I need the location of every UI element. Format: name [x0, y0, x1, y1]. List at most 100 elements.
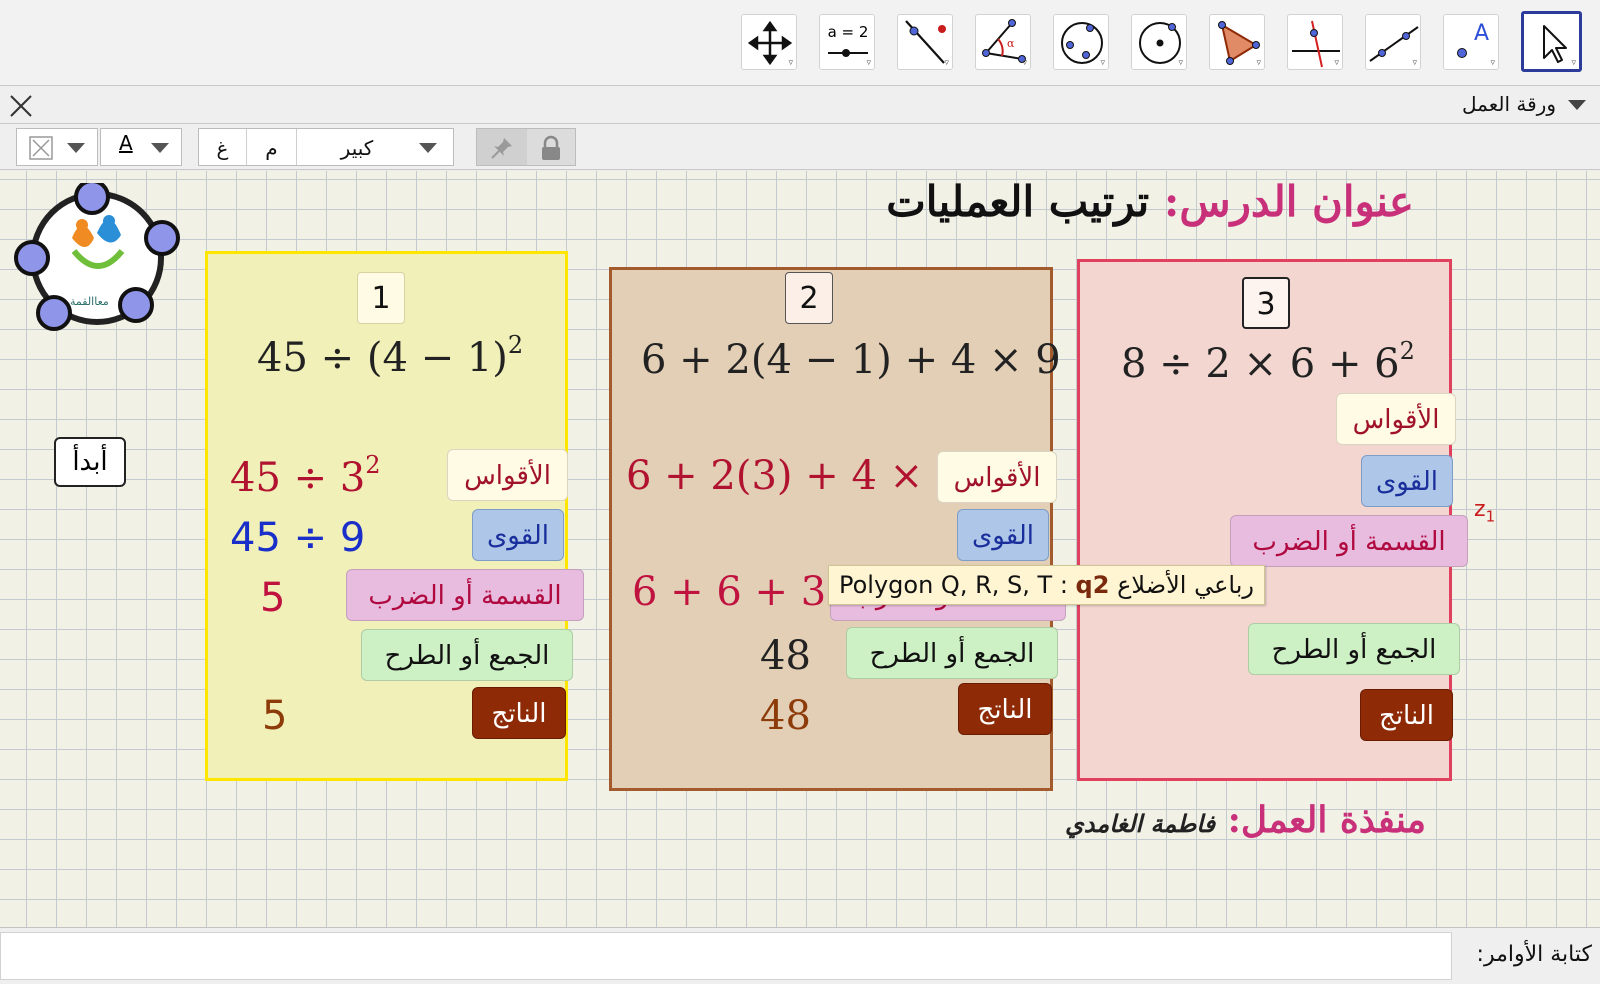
point-tool-label: A — [1474, 21, 1490, 46]
step-base: 45 ÷ 3 — [230, 455, 366, 501]
text-size-value: كبير — [340, 136, 374, 160]
label-result-3[interactable]: الناتج — [1360, 689, 1453, 741]
result-1: 5 — [262, 693, 288, 739]
tool-menu-arrow-icon: ▿ — [944, 58, 949, 68]
tool-menu-arrow-icon: ▿ — [1100, 58, 1105, 68]
tooltip-value: Polygon Q, R, S, T — [839, 571, 1053, 599]
problem-expression-3: 8 ÷ 2 × 6 + 62 — [1121, 339, 1415, 387]
input-bar-label: كتابة الأوامر: — [1476, 942, 1592, 967]
result-2: 48 — [760, 693, 811, 739]
z1-letter: z — [1474, 497, 1486, 522]
command-input[interactable] — [0, 932, 1452, 980]
lesson-label: عنوان الدرس: — [1163, 177, 1414, 226]
label-parentheses-3[interactable]: الأقواس — [1336, 393, 1456, 445]
polygon-tool[interactable]: ▿ — [1209, 14, 1265, 70]
start-button[interactable]: أبدأ — [54, 437, 126, 487]
main-toolbar: ▿ a = 2 ▿ ▿ α ▿ ▿ ▿ ▿ ▿ ▿ A ▿ ▿ — [0, 0, 1600, 86]
label-parentheses-1[interactable]: الأقواس — [447, 449, 568, 501]
tool-menu-arrow-icon: ▿ — [1490, 58, 1495, 68]
object-tooltip: Polygon Q, R, S, T : q2 رباعي الأضلاع — [828, 565, 1265, 605]
tooltip-object-type: رباعي الأضلاع — [1117, 571, 1254, 599]
problem-number-2: 2 — [785, 272, 833, 324]
view-title-bar: ورقة العمل — [0, 86, 1600, 124]
italic-button-label: م — [265, 136, 278, 160]
step-mul-div-2: 6 + 6 + 36 — [632, 569, 852, 615]
tool-menu-arrow-icon: ▿ — [788, 58, 793, 68]
perpendicular-line-tool[interactable]: ▿ — [897, 14, 953, 70]
step-power: 2 — [365, 451, 381, 479]
expression-power: 2 — [507, 331, 524, 359]
label-powers-2[interactable]: القوى — [957, 509, 1049, 561]
circle-center-point-tool[interactable]: ▿ — [1131, 14, 1187, 70]
graphics-view[interactable]: معاالقمة أبدأ عنوان الدرس: ترتيب العمليا… — [0, 171, 1600, 927]
text-size-dropdown[interactable]: كبير — [297, 129, 453, 165]
expression-base: 8 ÷ 2 × 6 + 6 — [1121, 341, 1400, 387]
view-menu-arrow-icon[interactable] — [1568, 100, 1586, 110]
label-hidden-icon — [29, 136, 53, 160]
bold-button-label: غ — [216, 136, 229, 160]
label-add-sub-3[interactable]: الجمع أو الطرح — [1248, 623, 1460, 675]
slider-tool[interactable]: a = 2 ▿ — [819, 14, 875, 70]
label-style-dropdown[interactable] — [16, 128, 98, 166]
slider-tool-label: a = 2 — [827, 23, 869, 41]
line-tool[interactable]: ▿ — [1365, 14, 1421, 70]
text-color-label: A — [119, 131, 133, 155]
chevron-down-icon — [419, 143, 437, 153]
author-label: منفذة العمل: — [1227, 799, 1426, 841]
problem-number-3: 3 — [1242, 277, 1290, 329]
tool-menu-arrow-icon: ▿ — [1256, 58, 1261, 68]
tool-menu-arrow-icon: ▿ — [1334, 58, 1339, 68]
step-base: 6 + 2(3) + 4 × 9 — [626, 453, 962, 499]
text-style-group: غ م كبير — [198, 128, 454, 166]
label-add-sub-2[interactable]: الجمع أو الطرح — [846, 627, 1058, 679]
problem-expression-2: 6 + 2(4 − 1) + 4 × 9 — [641, 337, 1061, 383]
lock-button[interactable] — [527, 129, 575, 165]
label-parentheses-2[interactable]: الأقواس — [937, 451, 1057, 503]
tool-menu-arrow-icon: ▿ — [866, 58, 871, 68]
problem-expression-1: 45 ÷ (4 − 1)2 — [257, 333, 523, 381]
logo-text: معاالقمة — [70, 295, 109, 308]
italic-button[interactable]: م — [247, 129, 297, 165]
circle-through-three-points-tool[interactable]: ▿ — [1053, 14, 1109, 70]
label-powers-1[interactable]: القوى — [472, 509, 564, 561]
tool-menu-arrow-icon: ▿ — [1412, 58, 1417, 68]
move-graphics-view-tool[interactable]: ▿ — [741, 14, 797, 70]
logo-icon — [14, 183, 180, 331]
label-mul-div-3[interactable]: القسمة أو الضرب — [1230, 515, 1468, 567]
label-add-sub-1[interactable]: الجمع أو الطرح — [361, 629, 573, 681]
tool-menu-arrow-icon: ▿ — [1022, 58, 1027, 68]
tooltip-object-name: q2 — [1075, 571, 1110, 599]
lesson-heading: عنوان الدرس: ترتيب العمليات — [886, 177, 1414, 226]
text-color-dropdown[interactable]: A — [100, 128, 182, 166]
expression-base: 6 + 2(4 − 1) + 4 × 9 — [641, 337, 1061, 383]
bold-button[interactable]: غ — [199, 129, 247, 165]
svg-text:α: α — [1007, 37, 1015, 50]
pin-button[interactable] — [477, 129, 527, 165]
step-powers-1: 45 ÷ 9 — [230, 515, 366, 561]
author-name: فاطمة الغامدي — [1065, 809, 1216, 838]
lock-group — [476, 128, 576, 166]
angle-tool[interactable]: α ▿ — [975, 14, 1031, 70]
step-add-sub-2: 48 — [760, 633, 811, 679]
tooltip-separator: : — [1059, 571, 1068, 599]
label-result-1[interactable]: الناتج — [472, 687, 566, 739]
label-mul-div-1[interactable]: القسمة أو الضرب — [346, 569, 584, 621]
label-result-2[interactable]: الناتج — [958, 683, 1052, 735]
close-icon — [10, 95, 32, 117]
style-bar: A غ م كبير — [0, 124, 1600, 170]
view-title: ورقة العمل — [1462, 92, 1556, 116]
z1-subscript: 1 — [1485, 507, 1496, 526]
chevron-down-icon — [151, 143, 169, 153]
point-tool[interactable]: A ▿ — [1443, 14, 1499, 70]
close-view-button[interactable] — [9, 94, 33, 118]
step-parentheses-2: 6 + 2(3) + 4 × 9 — [626, 453, 961, 499]
tool-menu-arrow-icon: ▿ — [1571, 58, 1576, 68]
expression-power: 2 — [1399, 337, 1415, 365]
author-heading: منفذة العمل: فاطمة الغامدي — [1065, 799, 1426, 841]
lock-icon — [542, 135, 560, 160]
problem-number-1: 1 — [357, 272, 405, 324]
chevron-down-icon — [67, 143, 85, 153]
perpendicular-bisector-tool[interactable]: ▿ — [1287, 14, 1343, 70]
move-tool[interactable]: ▿ — [1521, 11, 1582, 72]
label-powers-3[interactable]: القوى — [1361, 455, 1453, 507]
